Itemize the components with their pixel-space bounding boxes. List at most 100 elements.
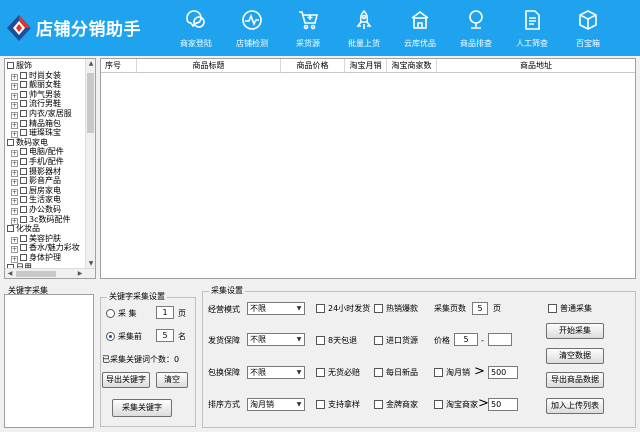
tree-checkbox[interactable] <box>20 90 27 98</box>
clear-data-button[interactable]: 清空数据 <box>546 348 604 364</box>
tree-checkbox[interactable] <box>20 167 27 175</box>
nav-label: 人工筛查 <box>516 39 548 48</box>
nav-product-check[interactable]: 商品排查 <box>448 0 504 56</box>
monthly-sales-label: 淘月销 <box>446 368 470 377</box>
tree-checkbox[interactable] <box>20 196 27 204</box>
price-label: 价格 <box>434 336 450 345</box>
tree-checkbox[interactable] <box>20 158 27 165</box>
nav-shop-check[interactable]: 店铺检测 <box>224 0 280 56</box>
nav-label: 百宝箱 <box>576 39 600 48</box>
tree-item-label: 身体护理 <box>29 253 61 262</box>
checkbox-24h-shipping[interactable] <box>316 304 325 313</box>
business-mode-label: 经营模式 <box>208 305 240 314</box>
column-header[interactable]: 商品标题 <box>137 59 281 73</box>
scroll-left-icon[interactable]: ◀ <box>5 269 15 278</box>
tree-checkbox[interactable] <box>20 129 27 137</box>
scroll-thumb[interactable] <box>16 271 56 277</box>
tree-checkbox[interactable] <box>20 186 27 194</box>
taobao-sellers-label: 淘宝商家 <box>446 400 478 409</box>
tree-checkbox[interactable] <box>7 225 14 233</box>
column-header[interactable]: 淘宝商家数 <box>387 59 437 73</box>
tree-list: 服饰 + 时尚女装 + 靓丽女鞋 + 帅气男装 + 流行男鞋 + 内衣/家居服 + 精品箱包 + 璀璨珠宝数… <box>5 59 85 269</box>
category-tree[interactable]: 服饰 + 时尚女装 + 靓丽女鞋 + 帅气男装 + 流行男鞋 + 内衣/家居服 + 精品箱包 + 璀璨珠宝数… <box>4 58 96 279</box>
tree-checkbox[interactable] <box>20 81 27 89</box>
tree-checkbox[interactable] <box>20 148 27 156</box>
checkbox-label: 24小时发货 <box>328 304 371 313</box>
column-header[interactable]: 淘宝月销 <box>345 59 387 73</box>
checkbox-stock-compensate[interactable] <box>316 368 325 377</box>
collect-keywords-button[interactable]: 采集关键字 <box>112 399 172 417</box>
start-collect-button[interactable]: 开始采集 <box>546 323 604 339</box>
tree-checkbox[interactable] <box>7 62 14 69</box>
checkbox-daily-new[interactable] <box>374 368 383 377</box>
business-mode-select[interactable]: 不限 ▼ <box>247 302 305 315</box>
chevron-down-icon: ▼ <box>296 369 302 376</box>
keyword-textarea[interactable] <box>4 294 94 428</box>
nav-batch-upload[interactable]: 批量上货 <box>336 0 392 56</box>
checkbox-monthly-sales[interactable] <box>434 368 443 377</box>
monthly-sales-input[interactable]: 500 <box>488 366 518 379</box>
clear-keywords-button[interactable]: 清空 <box>156 372 188 388</box>
checkbox-taobao-sellers[interactable] <box>434 400 443 409</box>
box-icon <box>579 10 597 30</box>
tree-vertical-scrollbar[interactable]: ▲ ▼ <box>85 59 95 269</box>
collect-settings-title: 采集设置 <box>209 285 245 296</box>
nav-manual-check[interactable]: 人工筛查 <box>504 0 560 56</box>
column-header[interactable]: 商品价格 <box>281 59 345 73</box>
tree-checkbox[interactable] <box>20 244 27 252</box>
price-min-input[interactable]: 5 <box>454 333 478 346</box>
search-list-icon <box>469 10 483 29</box>
scroll-thumb[interactable] <box>87 73 94 133</box>
checkbox-sample-support[interactable] <box>316 400 325 409</box>
tree-horizontal-scrollbar[interactable]: ◀ ▶ <box>5 268 95 278</box>
tree-checkbox[interactable] <box>20 110 27 117</box>
column-header[interactable]: 序号 <box>101 59 137 73</box>
sort-mode-label: 排序方式 <box>208 400 240 409</box>
checkbox-label: 金牌商家 <box>386 400 418 409</box>
nav-toolbox[interactable]: 百宝箱 <box>560 0 616 56</box>
monthly-sales-operator: > <box>474 364 485 379</box>
exchange-guarantee-select[interactable]: 不限 ▼ <box>247 366 305 379</box>
taobao-sellers-input[interactable]: 50 <box>488 398 518 411</box>
export-products-button[interactable]: 导出商品数据 <box>546 372 604 388</box>
checkbox-gold-merchant[interactable] <box>374 400 383 409</box>
add-upload-list-button[interactable]: 加入上传列表 <box>546 398 604 414</box>
tree-checkbox[interactable] <box>20 206 27 213</box>
scroll-right-icon[interactable]: ▶ <box>75 269 85 278</box>
collect-top-radio[interactable] <box>106 332 115 341</box>
pages-unit-label: 页 <box>178 309 186 318</box>
tree-checkbox[interactable] <box>20 254 27 261</box>
cart-add-icon <box>299 11 319 30</box>
collect-top-input[interactable]: 5 <box>156 329 174 342</box>
tree-checkbox[interactable] <box>20 100 27 108</box>
shipping-guarantee-select[interactable]: 不限 ▼ <box>247 333 305 346</box>
export-keywords-button[interactable]: 导出关键字 <box>102 372 150 388</box>
checkbox-normal-collect[interactable] <box>548 304 557 313</box>
column-header[interactable]: 商品地址 <box>437 59 635 73</box>
nav-source-goods[interactable]: 采货源 <box>280 0 336 56</box>
scroll-up-icon[interactable]: ▲ <box>86 59 95 69</box>
user-chat-icon <box>186 10 205 28</box>
checkbox-label: 进口货源 <box>386 336 418 345</box>
collect-pages-input[interactable]: 1 <box>156 306 174 319</box>
checkbox-hot-sellers[interactable] <box>374 304 383 313</box>
tree-checkbox[interactable] <box>20 119 27 127</box>
exchange-guarantee-label: 包换保障 <box>208 368 240 377</box>
app-logo-icon <box>7 15 31 41</box>
checkbox-8day-return[interactable] <box>316 336 325 345</box>
tree-checkbox[interactable] <box>20 215 27 223</box>
price-max-input[interactable] <box>488 333 512 346</box>
checkbox-imported-source[interactable] <box>374 336 383 345</box>
pages-input[interactable]: 5 <box>472 302 488 315</box>
pages-unit: 页 <box>493 304 501 313</box>
nav-cloud-picks[interactable]: 云库优品 <box>392 0 448 56</box>
collect-pages-radio[interactable] <box>106 309 115 318</box>
checkbox-label: 支持拿样 <box>328 400 360 409</box>
tree-checkbox[interactable] <box>20 234 27 242</box>
tree-checkbox[interactable] <box>20 71 27 79</box>
tree-checkbox[interactable] <box>20 177 27 185</box>
results-grid[interactable]: 序号 商品标题 商品价格 淘宝月销 淘宝商家数 商品地址 <box>100 58 636 279</box>
sort-mode-select[interactable]: 淘月销 ▼ <box>247 398 305 411</box>
tree-checkbox[interactable] <box>7 138 14 146</box>
nav-merchant-login[interactable]: 商家登陆 <box>168 0 224 56</box>
